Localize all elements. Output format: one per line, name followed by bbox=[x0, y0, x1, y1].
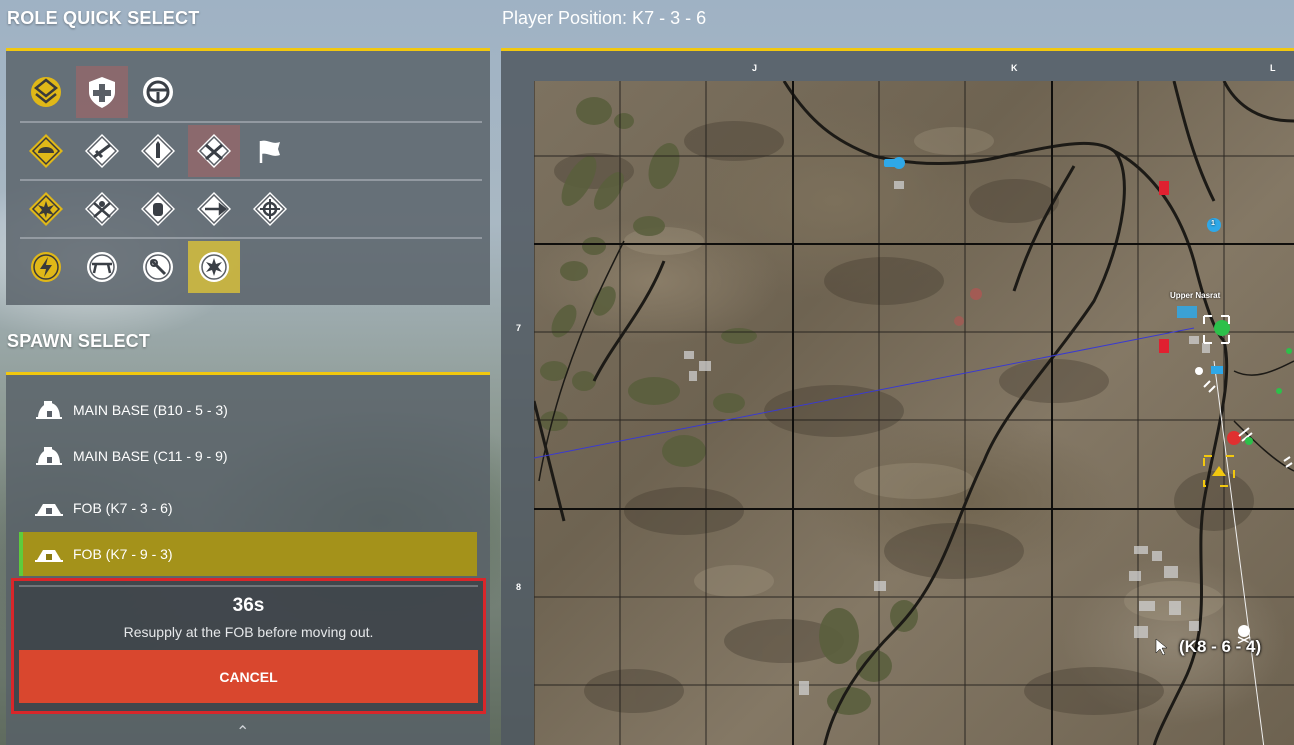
squad-leader-icon bbox=[31, 77, 61, 107]
role-row-2 bbox=[20, 125, 296, 177]
spawn-item-main-base-b10[interactable]: MAIN BASE (B10 - 5 - 3) bbox=[19, 388, 477, 432]
spawn-item-label: FOB (K7 - 3 - 6) bbox=[73, 500, 173, 516]
map-row-label: 7 bbox=[516, 323, 522, 333]
role-lightning[interactable] bbox=[20, 241, 72, 293]
map-cursor-coordinate: (K8 - 6 - 4) bbox=[1179, 637, 1262, 656]
driver-wheel-icon bbox=[143, 77, 173, 107]
chevron-up-icon[interactable]: ⌃ bbox=[236, 722, 249, 742]
spawn-item-main-base-c11[interactable]: MAIN BASE (C11 - 9 - 9) bbox=[19, 434, 477, 478]
respawn-timer: 36s bbox=[232, 595, 265, 616]
respawn-timer-box: 36s Resupply at the FOB before moving ou… bbox=[11, 578, 486, 714]
role-machine-gun[interactable] bbox=[76, 241, 128, 293]
ammo-icon bbox=[141, 134, 175, 168]
map-column-label: K bbox=[1011, 63, 1018, 73]
tactical-map[interactable]: Upper Nasrat 1 (K8 - 6 - 4) bbox=[534, 81, 1294, 745]
role-medic[interactable] bbox=[76, 66, 128, 118]
role-row-3 bbox=[20, 183, 296, 235]
respawn-message: Resupply at the FOB before moving out. bbox=[123, 624, 374, 640]
grenadier-icon bbox=[85, 192, 119, 226]
spawn-item-fob-k7-3-6[interactable]: FOB (K7 - 3 - 6) bbox=[19, 486, 477, 530]
crossed-rifles-icon bbox=[197, 134, 231, 168]
explosion-icon bbox=[29, 192, 63, 226]
player-position: Player Position: K7 - 3 - 6 bbox=[502, 8, 707, 28]
map-column-label: J bbox=[752, 63, 758, 73]
sniper-icon bbox=[143, 252, 173, 282]
map-row-label: 8 bbox=[516, 582, 522, 592]
heavy-weapons-icon bbox=[199, 252, 229, 282]
role-separator bbox=[20, 179, 482, 181]
map-column-label: L bbox=[1270, 63, 1276, 73]
spawn-item-fob-k7-9-3[interactable]: FOB (K7 - 9 - 3) bbox=[19, 532, 477, 576]
role-separator bbox=[20, 237, 482, 239]
role-heavy-weapons[interactable] bbox=[188, 241, 240, 293]
role-crossed-rifles[interactable] bbox=[188, 125, 240, 177]
map-frame: J K L 7 8 Upper Nasrat 1 (K8 - 6 - 4) bbox=[501, 48, 1294, 745]
target-cross-icon bbox=[253, 192, 287, 226]
role-quick-select-title: ROLE QUICK SELECT bbox=[7, 8, 200, 28]
role-squad-leader[interactable] bbox=[20, 66, 72, 118]
automatic-rifleman-icon bbox=[85, 134, 119, 168]
spawn-item-label: MAIN BASE (B10 - 5 - 3) bbox=[73, 402, 228, 418]
fob-icon bbox=[35, 550, 63, 562]
role-explosion[interactable] bbox=[20, 183, 72, 235]
role-driver[interactable] bbox=[132, 66, 184, 118]
role-automatic-rifleman[interactable] bbox=[76, 125, 128, 177]
map-place-name: Upper Nasrat bbox=[1170, 291, 1221, 300]
spawn-select-title: SPAWN SELECT bbox=[7, 331, 151, 351]
cancel-button[interactable]: CANCEL bbox=[19, 650, 478, 703]
role-sniper[interactable] bbox=[132, 241, 184, 293]
role-quick-select-panel bbox=[6, 48, 490, 305]
main-base-icon bbox=[36, 401, 62, 419]
rifleman-helmet-icon bbox=[29, 134, 63, 168]
main-base-icon bbox=[36, 447, 62, 465]
lightning-icon bbox=[31, 252, 61, 282]
engineer-icon bbox=[141, 192, 175, 226]
map-marker-label: 1 bbox=[1211, 220, 1215, 227]
role-flag[interactable] bbox=[244, 125, 296, 177]
machine-gun-icon bbox=[87, 252, 117, 282]
spawn-item-label: MAIN BASE (C11 - 9 - 9) bbox=[73, 448, 228, 464]
role-row-4 bbox=[20, 241, 240, 293]
role-engineer[interactable] bbox=[132, 183, 184, 235]
divider bbox=[19, 585, 478, 587]
rocket-icon bbox=[197, 192, 231, 226]
flag-icon bbox=[259, 140, 280, 163]
role-target-cross[interactable] bbox=[244, 183, 296, 235]
role-row-1 bbox=[20, 66, 184, 118]
medic-icon bbox=[89, 77, 115, 108]
role-rocket[interactable] bbox=[188, 183, 240, 235]
fob-icon bbox=[35, 504, 63, 516]
role-grenadier[interactable] bbox=[76, 183, 128, 235]
role-rifleman[interactable] bbox=[20, 125, 72, 177]
spawn-item-label: FOB (K7 - 9 - 3) bbox=[73, 546, 173, 562]
role-separator bbox=[20, 121, 482, 123]
role-ammo[interactable] bbox=[132, 125, 184, 177]
